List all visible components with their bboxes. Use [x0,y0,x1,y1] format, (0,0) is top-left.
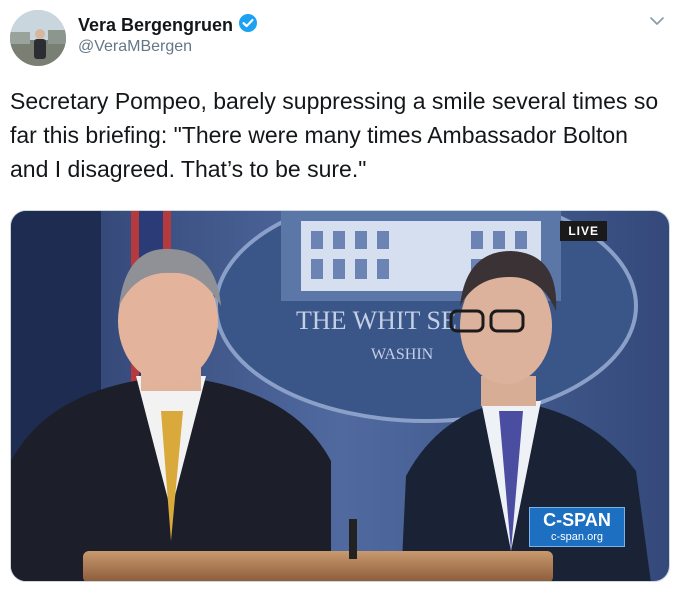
cspan-url: c-span.org [551,531,603,543]
tweet-text: Secretary Pompeo, barely suppressing a s… [10,88,659,182]
display-name[interactable]: Vera Bergengruen [78,15,233,36]
cspan-logo: C-SPAN c-span.org [529,507,625,547]
user-handle[interactable]: @VeraMBergen [78,38,192,56]
seal-text-top: THE WHIT SE [296,306,457,335]
cspan-logo-text: C-SPAN [543,510,611,530]
avatar[interactable] [10,10,66,66]
live-badge: LIVE [560,221,607,241]
seal-text-bottom: WASHIN [371,346,434,363]
chevron-down-icon[interactable] [648,12,666,30]
tweet-media-image[interactable]: THE WHIT SE WASHIN LIVE C-SPAN c-span.or… [10,210,670,582]
verified-badge-icon [238,13,258,38]
